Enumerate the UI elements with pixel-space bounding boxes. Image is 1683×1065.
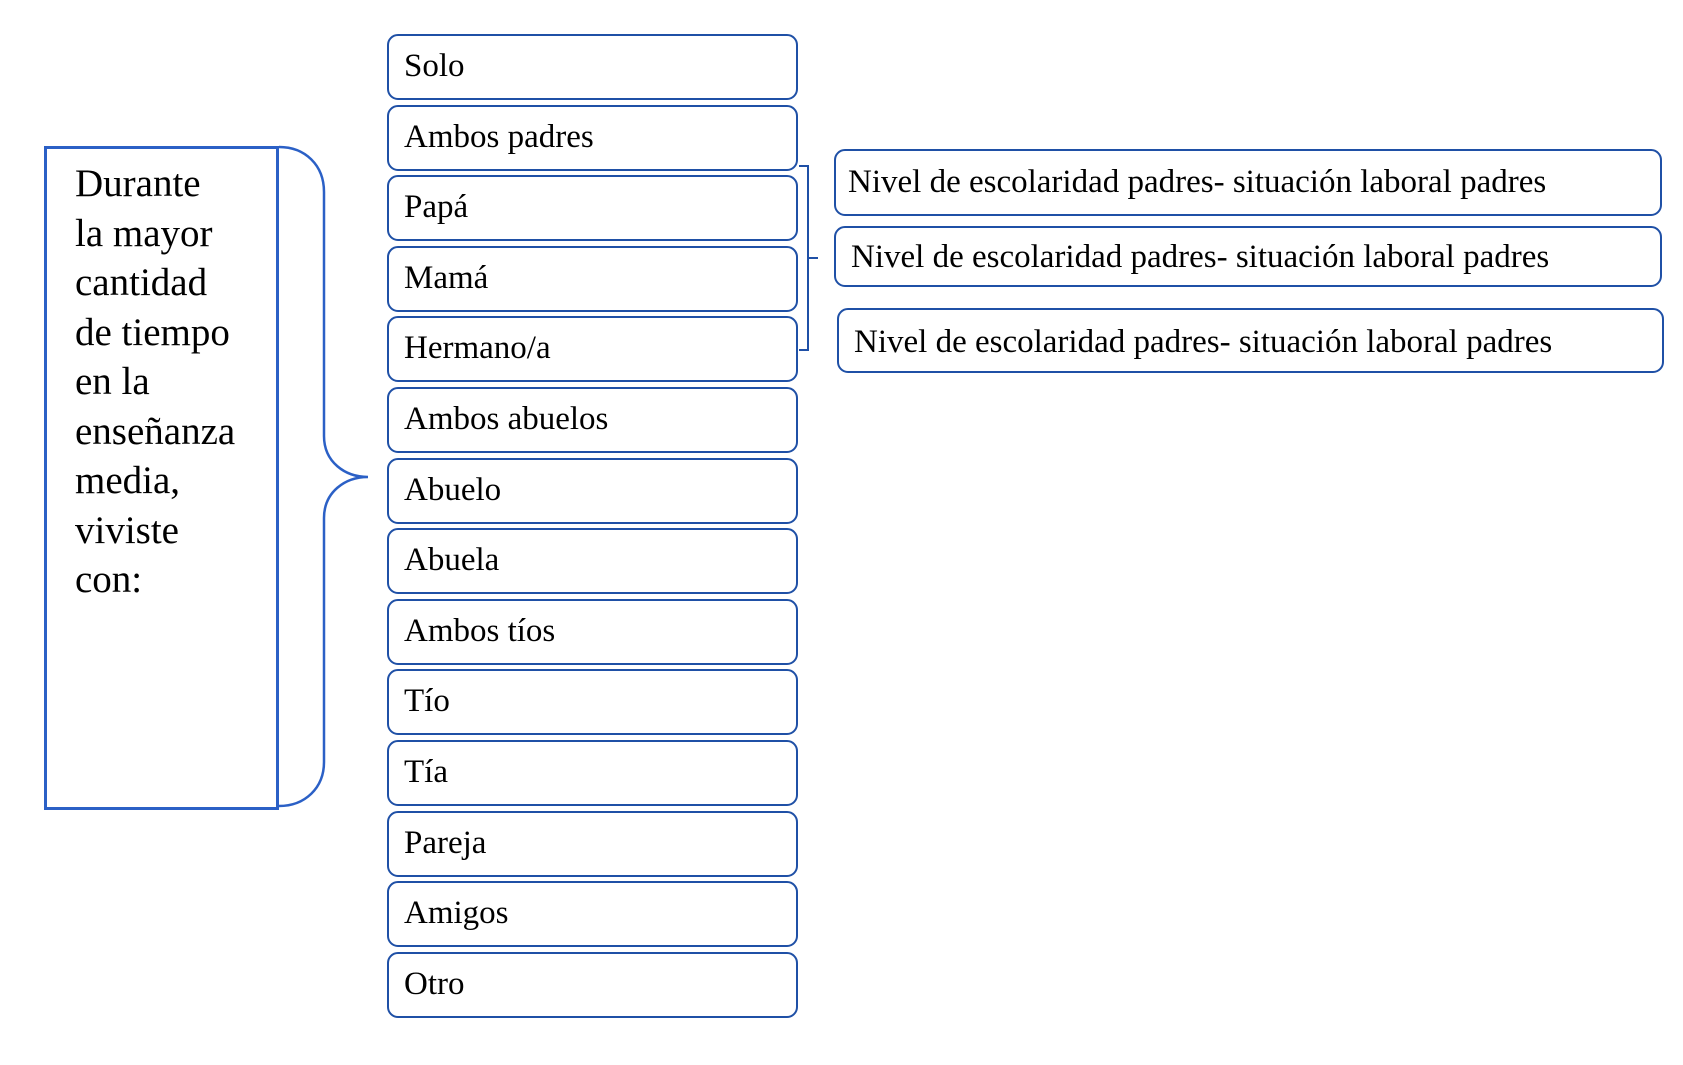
option-abuelo[interactable]: Abuelo (387, 457, 798, 524)
option-label: Mamá (404, 259, 489, 296)
option-papa[interactable]: Papá (387, 175, 798, 242)
follow-up-box-1: Nivel de escolaridad padres- situación l… (834, 149, 1662, 216)
option-label: Solo (404, 48, 465, 84)
option-label: Abuelo (404, 471, 502, 508)
follow-up-box-2: Nivel de escolaridad padres- situación l… (834, 226, 1662, 287)
question-text: Durante la mayor cantidad de tiempo en l… (75, 162, 236, 601)
option-ambos-tios[interactable]: Ambos tíos (387, 598, 798, 665)
curly-brace (278, 145, 369, 808)
option-mama[interactable]: Mamá (387, 245, 798, 312)
group-bracket (799, 165, 818, 351)
option-abuela[interactable]: Abuela (387, 528, 798, 595)
option-label: Pareja (404, 824, 487, 861)
option-label: Ambos tíos (404, 612, 556, 649)
option-label: Tía (404, 754, 448, 790)
follow-up-label: Nivel de escolaridad padres- situación l… (854, 324, 1553, 360)
option-tia[interactable]: Tía (387, 740, 798, 806)
option-otro[interactable]: Otro (387, 951, 798, 1018)
option-label: Abuela (404, 542, 500, 579)
follow-up-label: Nivel de escolaridad padres- situación l… (851, 239, 1550, 275)
option-hermano[interactable]: Hermano/a (387, 316, 798, 383)
option-pareja[interactable]: Pareja (387, 810, 798, 877)
option-ambos-abuelos[interactable]: Ambos abuelos (387, 387, 798, 453)
option-tio[interactable]: Tío (387, 669, 798, 736)
option-label: Papá (404, 189, 469, 226)
follow-up-label: Nivel de escolaridad padres- situación l… (848, 164, 1547, 200)
option-label: Ambos padres (404, 118, 594, 155)
option-label: Hermano/a (404, 330, 551, 367)
option-label: Amigos (404, 895, 509, 932)
option-label: Otro (404, 965, 465, 1002)
option-label: Tío (404, 683, 450, 720)
option-amigos[interactable]: Amigos (387, 881, 798, 948)
option-label: Ambos abuelos (404, 401, 609, 437)
option-solo[interactable]: Solo (387, 34, 798, 100)
follow-up-box-3: Nivel de escolaridad padres- situación l… (837, 308, 1664, 373)
question-box: Durante la mayor cantidad de tiempo en l… (44, 146, 279, 810)
option-ambos-padres[interactable]: Ambos padres (387, 104, 798, 171)
